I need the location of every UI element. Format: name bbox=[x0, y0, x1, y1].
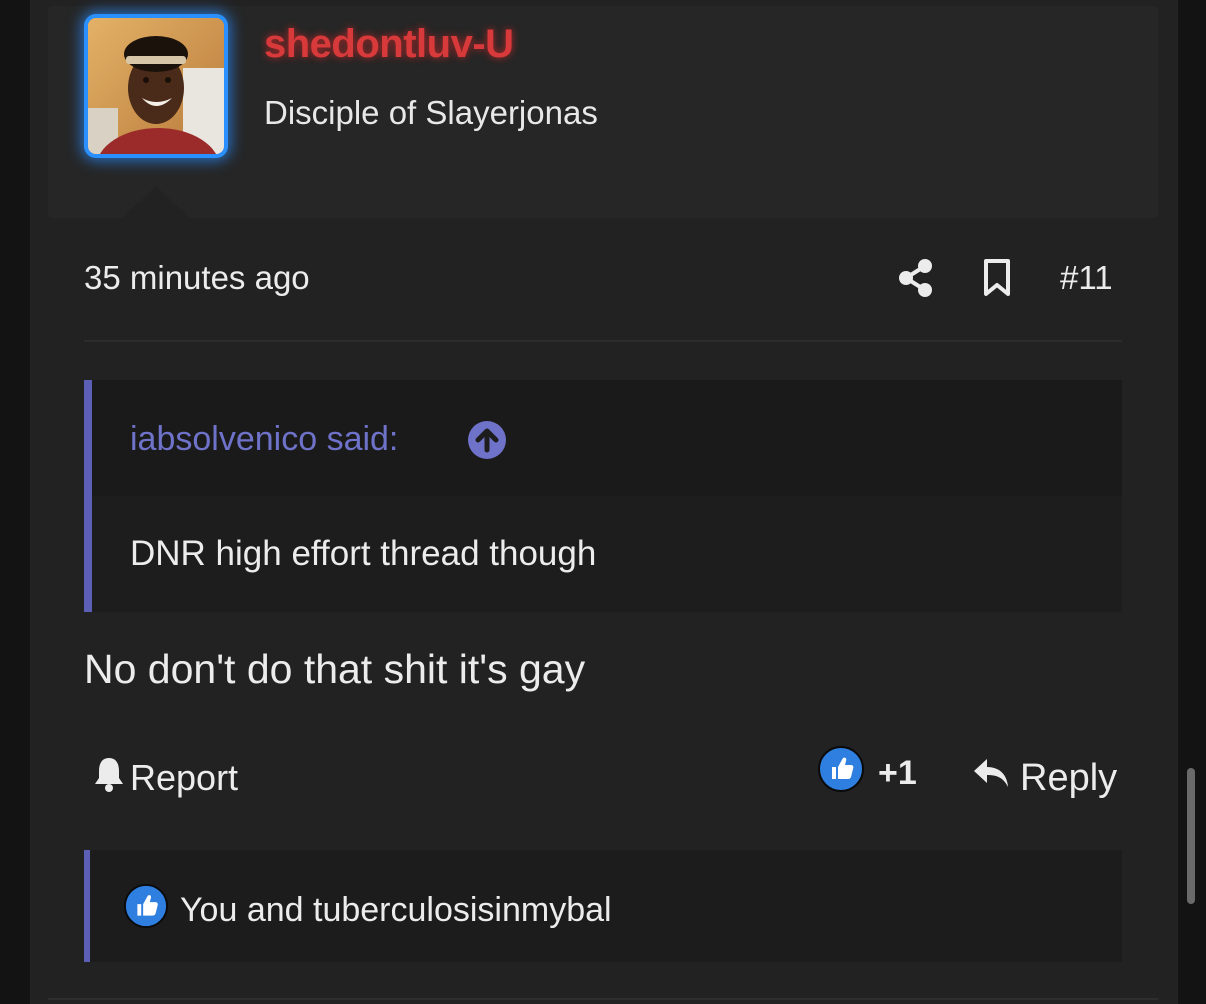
thumbs-up-icon bbox=[124, 884, 168, 937]
post-timestamp[interactable]: 35 minutes ago bbox=[84, 259, 310, 297]
reactions-bar[interactable]: You and tuberculosisinmybal bbox=[84, 850, 1122, 962]
quote-text: DNR high effort thread though bbox=[130, 534, 597, 573]
report-label: Report bbox=[130, 757, 239, 798]
scrollbar[interactable] bbox=[1187, 768, 1195, 904]
thumbs-up-icon bbox=[818, 745, 864, 801]
reply-label: Reply bbox=[1020, 756, 1118, 799]
share-icon[interactable] bbox=[898, 258, 934, 303]
avatar[interactable] bbox=[84, 14, 228, 158]
report-button[interactable]: Report bbox=[92, 756, 238, 800]
reply-arrow-icon bbox=[972, 756, 1010, 800]
reply-button[interactable]: Reply bbox=[972, 756, 1117, 800]
divider bbox=[48, 998, 1158, 1000]
bookmark-icon[interactable] bbox=[982, 258, 1012, 303]
divider bbox=[84, 340, 1122, 342]
like-count: +1 bbox=[878, 753, 917, 792]
post-number[interactable]: #11 bbox=[1060, 259, 1113, 297]
bell-icon bbox=[92, 755, 126, 802]
quote-author[interactable]: iabsolvenico said: bbox=[130, 420, 398, 459]
like-button[interactable]: +1 bbox=[818, 745, 917, 796]
avatar-image bbox=[88, 18, 224, 154]
quote-header: iabsolvenico said: bbox=[92, 380, 1122, 496]
user-block-pointer bbox=[122, 186, 190, 218]
username[interactable]: shedontluv-U bbox=[264, 22, 514, 67]
arrow-up-circle-icon[interactable] bbox=[467, 420, 507, 465]
reactions-text[interactable]: You and tuberculosisinmybal bbox=[180, 891, 612, 930]
post-body: No don't do that shit it's gay bbox=[84, 646, 586, 692]
quote-block: iabsolvenico said: DNR high effort threa… bbox=[84, 380, 1122, 612]
user-title: Disciple of Slayerjonas bbox=[264, 94, 598, 131]
